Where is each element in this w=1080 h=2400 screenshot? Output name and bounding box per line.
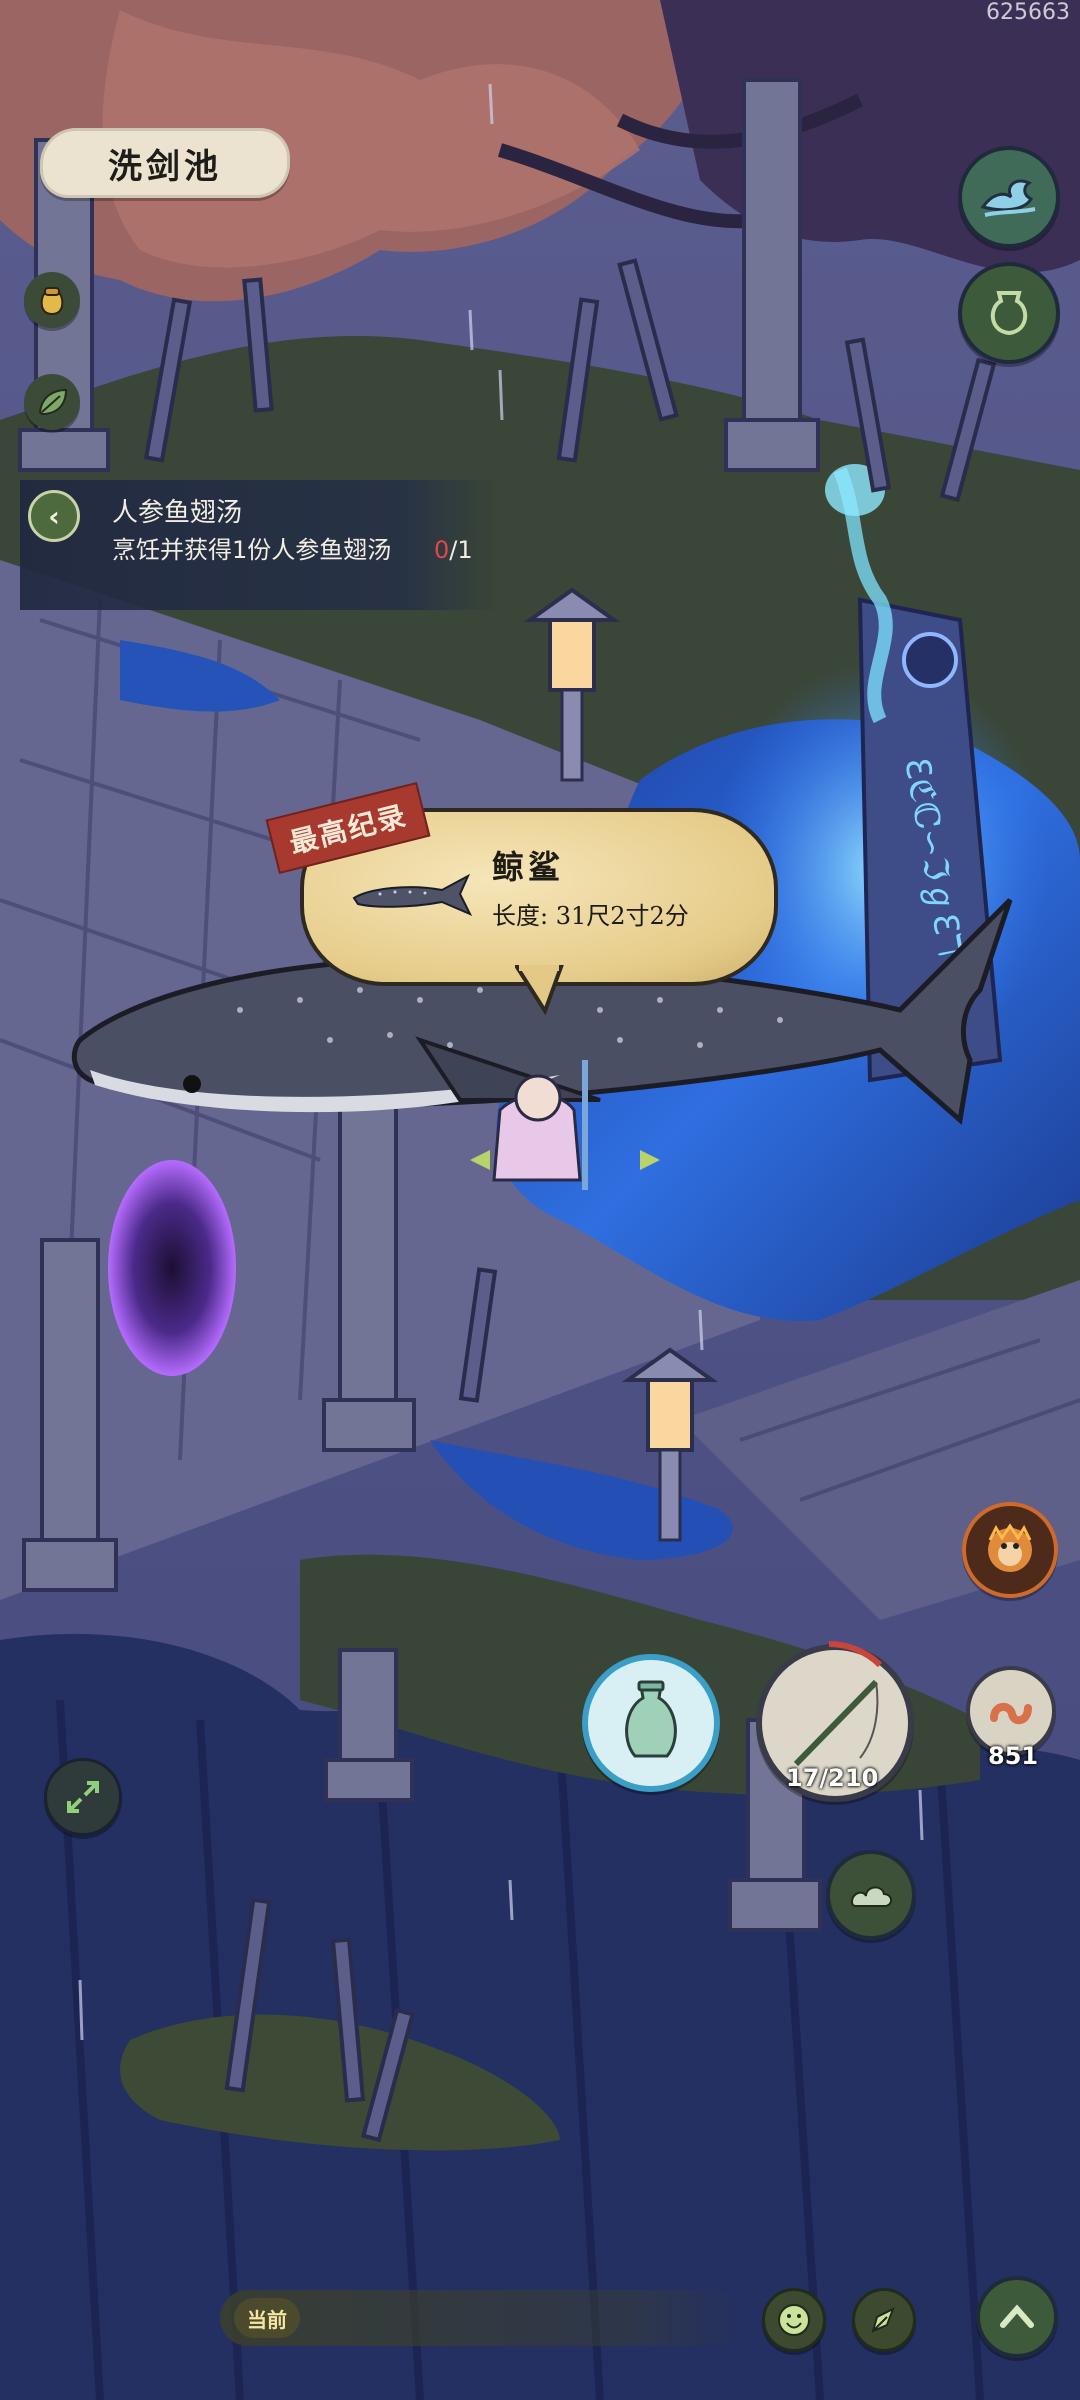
wave-icon [980,179,1036,217]
smiley-icon [778,2304,810,2336]
build-id-text: 625663 [986,0,1070,25]
fish-name: 鲸鲨 [492,848,565,886]
expand-arrows-icon [67,1781,99,1813]
quest-description: 烹饪并获得1份人参鱼翅汤 [112,536,392,564]
record-bubble-tail [515,965,564,1015]
fish-length: 长度: 31尺2寸2分 [492,902,689,930]
monkey-face-icon [988,1523,1032,1572]
quest-progress-current: 0 [434,536,450,564]
item-vase-button[interactable] [582,1654,720,1792]
quest-title: 人参鱼翅汤 [112,498,243,528]
leaf-button[interactable] [24,374,80,430]
emote-button[interactable] [762,2288,826,2352]
worm-bait-icon [990,1703,1032,1725]
quest-tracker[interactable]: ‹ 人参鱼翅汤 烹饪并获得1份人参鱼翅汤 0/1 [20,480,500,610]
leaf-icon [38,388,68,416]
scene-background: ℇℭℂ∽ℑℊℇℸ [0,0,1080,2400]
wave-skill-button[interactable] [958,146,1060,248]
chat-channel-tab[interactable]: 当前 [234,2298,300,2338]
location-name-banner[interactable]: 洗剑池 [40,128,290,198]
cloud-skill-button[interactable] [826,1850,916,1940]
jar-button[interactable] [958,262,1060,364]
jar-icon [990,291,1028,336]
quick-message-button[interactable] [852,2288,916,2352]
chat-bar[interactable]: 当前 [220,2290,740,2346]
money-pouch-icon [40,287,64,316]
expand-menu-button[interactable] [976,2276,1058,2358]
game-scene: ℇℭℂ∽ℑℊℇℸ [0,0,1080,2400]
chevron-left-icon: ‹ [48,499,60,533]
quill-message-icon [871,2306,895,2333]
cloud-swirl-icon [850,1886,892,1907]
bait-count: 851 [988,1742,1039,1770]
fishing-line-count: 17/210 [786,1764,879,1792]
expand-view-button[interactable] [44,1758,122,1836]
chevron-up-icon [1000,2304,1034,2328]
whale-shark-icon [352,873,473,916]
money-pouch-button[interactable] [24,272,80,328]
quest-collapse-button[interactable]: ‹ [28,490,80,542]
vase-icon [625,1680,677,1758]
quest-progress-total: /1 [449,536,473,564]
quest-progress: 0/1 [434,536,473,564]
monkey-king-button[interactable] [962,1502,1058,1598]
